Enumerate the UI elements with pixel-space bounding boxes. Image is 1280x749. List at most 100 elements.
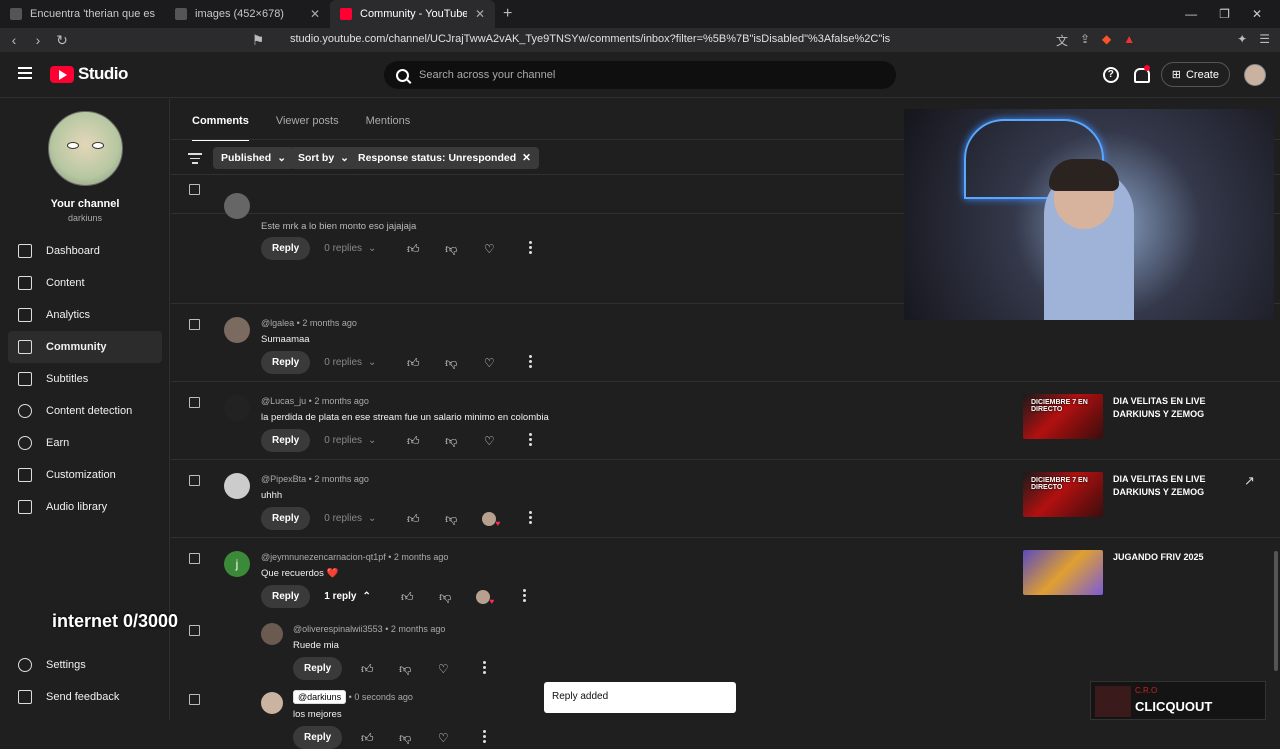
reply-button[interactable]: Reply xyxy=(261,429,311,452)
sort-by-chip[interactable]: Sort by ⌄ xyxy=(290,147,357,169)
heart-icon[interactable]: ♡ xyxy=(482,356,496,370)
create-button[interactable]: ⊞ Create xyxy=(1160,62,1230,87)
video-title[interactable]: DIA VELITAS EN LIVE DARKIUNS Y ZEMOG xyxy=(1113,473,1223,499)
commenter-avatar[interactable]: j xyxy=(224,551,250,577)
commenter-avatar[interactable] xyxy=(224,193,250,219)
sidebar-item-customization[interactable]: Customization xyxy=(8,459,162,491)
reply-button[interactable]: Reply xyxy=(293,726,343,749)
commenter-handle[interactable]: @PipexBta xyxy=(261,474,306,484)
video-thumbnail[interactable]: DICIEMBRE 7 EN DIRECTO xyxy=(1023,472,1103,517)
open-external-icon[interactable]: ↗ xyxy=(1244,473,1255,489)
more-options-icon[interactable] xyxy=(529,511,533,526)
thumbs-up-icon[interactable]: 👍︎ xyxy=(400,590,414,604)
more-options-icon[interactable] xyxy=(523,589,527,604)
rewards-icon[interactable]: ▲ xyxy=(1123,32,1135,49)
video-thumbnail[interactable] xyxy=(1023,550,1103,595)
comment-checkbox[interactable] xyxy=(189,475,200,486)
browser-tab[interactable]: images (452×678) ✕ xyxy=(165,0,330,28)
sidebar-item-settings[interactable]: Settings xyxy=(8,649,162,681)
more-options-icon[interactable] xyxy=(529,355,533,370)
thumbs-down-icon[interactable]: 👎︎ xyxy=(444,242,458,256)
reply-button[interactable]: Reply xyxy=(293,657,343,680)
thumbs-up-icon[interactable]: 👍︎ xyxy=(406,356,420,370)
sidebar-item-dashboard[interactable]: Dashboard xyxy=(8,235,162,267)
more-options-icon[interactable] xyxy=(483,730,487,745)
url-field[interactable]: studio.youtube.com/channel/UCJrajTwwA2vA… xyxy=(290,33,890,45)
reply-button[interactable]: Reply xyxy=(261,351,311,374)
comment-checkbox[interactable] xyxy=(189,319,200,330)
share-icon[interactable]: ⇪ xyxy=(1080,32,1090,49)
sidebar-item-send-feedback[interactable]: Send feedback xyxy=(8,681,162,713)
back-icon[interactable]: ‹ xyxy=(4,32,24,48)
owner-handle-badge[interactable]: @darkiuns xyxy=(293,690,347,704)
menu-icon[interactable]: ☰ xyxy=(1259,32,1270,49)
browser-tab[interactable]: Encuentra 'therian que es eso' en Tik xyxy=(0,0,165,28)
channel-avatar[interactable] xyxy=(48,111,123,186)
commenter-handle[interactable]: @lgalea xyxy=(261,318,294,328)
thumbs-down-icon[interactable]: 👎︎ xyxy=(444,356,458,370)
thumbs-down-icon[interactable]: 👎︎ xyxy=(398,731,412,745)
close-window-icon[interactable]: ✕ xyxy=(1252,7,1262,21)
commenter-avatar[interactable] xyxy=(224,395,250,421)
tab-mentions[interactable]: Mentions xyxy=(366,115,411,127)
thumbs-down-icon[interactable]: 👎︎ xyxy=(438,590,452,604)
replies-toggle[interactable]: 0 replies ⌄ xyxy=(324,243,382,254)
heart-icon[interactable]: ♡ xyxy=(436,731,450,745)
hamburger-menu-icon[interactable] xyxy=(18,67,32,81)
restore-icon[interactable]: ❐ xyxy=(1219,7,1230,21)
published-filter-chip[interactable]: Published ⌄ xyxy=(213,147,294,169)
owner-avatar[interactable] xyxy=(261,692,283,714)
replies-toggle[interactable]: 0 replies ⌄ xyxy=(324,513,382,524)
more-options-icon[interactable] xyxy=(529,433,533,448)
commenter-avatar[interactable] xyxy=(224,317,250,343)
thumbs-up-icon[interactable]: 👍︎ xyxy=(360,662,374,676)
sidebar-item-content[interactable]: Content xyxy=(8,267,162,299)
thumbs-up-icon[interactable]: 👍︎ xyxy=(406,512,420,526)
forward-icon[interactable]: › xyxy=(28,32,48,48)
thumbs-up-icon[interactable]: 👍︎ xyxy=(406,434,420,448)
creator-heart-icon[interactable] xyxy=(476,589,494,609)
sidebar-item-community[interactable]: Community xyxy=(8,331,162,363)
select-all-checkbox[interactable] xyxy=(189,184,200,195)
more-options-icon[interactable] xyxy=(483,661,487,676)
thumbs-up-icon[interactable]: 👍︎ xyxy=(406,242,420,256)
filter-icon[interactable] xyxy=(188,153,202,167)
thumbs-up-icon[interactable]: 👍︎ xyxy=(360,731,374,745)
heart-icon[interactable]: ♡ xyxy=(482,434,496,448)
account-avatar[interactable] xyxy=(1244,63,1266,86)
replies-toggle[interactable]: 1 reply ⌃ xyxy=(324,591,376,602)
comment-checkbox[interactable] xyxy=(189,553,200,564)
replies-toggle[interactable]: 0 replies ⌄ xyxy=(324,357,382,368)
reload-icon[interactable]: ↻ xyxy=(52,32,72,49)
reply-checkbox[interactable] xyxy=(189,694,200,705)
commenter-handle[interactable]: @Lucas_ju xyxy=(261,396,306,406)
video-title[interactable]: JUGANDO FRIV 2025 xyxy=(1113,551,1223,564)
reply-button[interactable]: Reply xyxy=(261,507,311,530)
sidebar-item-subtitles[interactable]: Subtitles xyxy=(8,363,162,395)
scrollbar[interactable] xyxy=(1274,551,1278,671)
video-thumbnail[interactable]: DICIEMBRE 7 EN DIRECTO xyxy=(1023,394,1103,439)
minimize-icon[interactable]: — xyxy=(1185,7,1197,21)
search-input[interactable]: Search across your channel xyxy=(384,61,896,89)
new-tab-button[interactable]: + xyxy=(495,5,520,23)
thumbs-down-icon[interactable]: 👎︎ xyxy=(398,662,412,676)
thumbs-down-icon[interactable]: 👎︎ xyxy=(444,512,458,526)
reply-button[interactable]: Reply xyxy=(261,237,311,260)
tab-comments[interactable]: Comments xyxy=(192,115,249,141)
studio-logo[interactable]: Studio xyxy=(50,64,128,84)
replies-toggle[interactable]: 0 replies ⌄ xyxy=(324,435,382,446)
translate-icon[interactable]: 文 xyxy=(1056,32,1068,49)
creator-heart-icon[interactable] xyxy=(482,511,500,531)
video-title[interactable]: DIA VELITAS EN LIVE DARKIUNS Y ZEMOG xyxy=(1113,395,1223,421)
browser-tab-active[interactable]: Community - YouTube Studio✕ xyxy=(330,0,495,28)
commenter-avatar[interactable] xyxy=(224,473,250,499)
sidebar-item-earn[interactable]: Earn xyxy=(8,427,162,459)
sidebar-item-analytics[interactable]: Analytics xyxy=(8,299,162,331)
sidebar-item-audio-library[interactable]: Audio library xyxy=(8,491,162,523)
close-icon[interactable]: ✕ xyxy=(522,152,531,164)
bookmark-icon[interactable]: ⚑ xyxy=(248,32,268,49)
more-options-icon[interactable] xyxy=(529,241,533,256)
comment-checkbox[interactable] xyxy=(189,397,200,408)
extensions-icon[interactable]: ✦ xyxy=(1237,32,1247,49)
tab-viewer-posts[interactable]: Viewer posts xyxy=(276,115,339,127)
